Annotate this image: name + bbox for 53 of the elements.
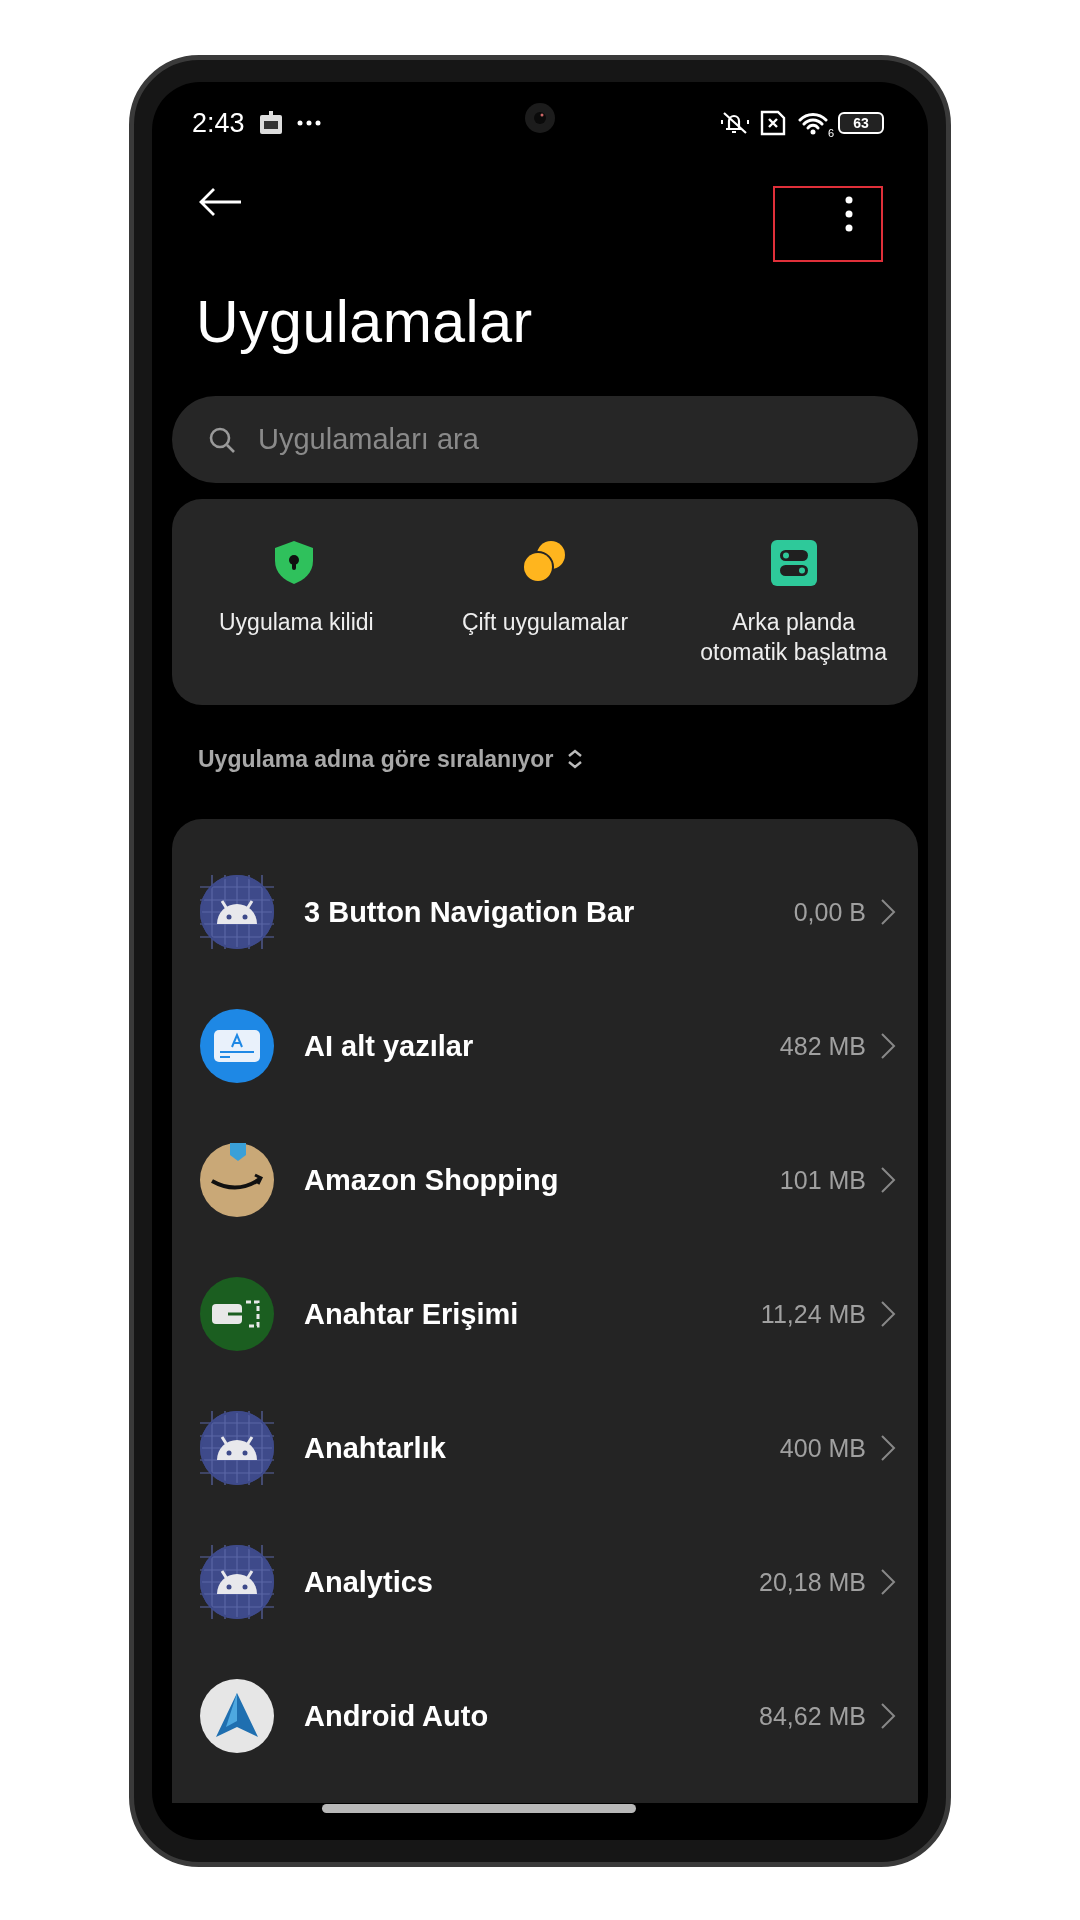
app-name: Anahtar Erişimi <box>304 1297 520 1331</box>
app-list-item[interactable]: Analytics 20,18 MB <box>172 1515 918 1649</box>
app-name: Amazon Shopping <box>304 1163 560 1197</box>
app-size: 101 MB <box>779 1165 866 1195</box>
app-size: 20,18 MB <box>759 1567 866 1597</box>
app-size: 482 MB <box>779 1031 866 1061</box>
chevron-right-icon <box>880 1568 896 1596</box>
more-options-icon <box>845 196 853 232</box>
app-name: 3 Button Navigation Bar <box>304 895 636 929</box>
smile-box-icon <box>200 1143 274 1217</box>
page-title: Uygulamalar <box>196 288 533 356</box>
android-robot-icon <box>200 1411 274 1485</box>
more-options-button[interactable] <box>773 186 883 262</box>
caption-screen-icon <box>200 1009 274 1083</box>
app-name: Android Auto <box>304 1699 490 1733</box>
app-list-item[interactable]: Android Auto 84,62 MB <box>172 1649 918 1783</box>
chevron-right-icon <box>880 1434 896 1462</box>
app-name: AI alt yazılar <box>304 1029 475 1063</box>
search-field[interactable]: Uygulamaları ara <box>172 396 918 483</box>
shortcut-button[interactable]: Çift uygulamalar <box>420 539 670 667</box>
app-list-item[interactable]: Amazon Shopping 101 MB <box>172 1113 918 1247</box>
app-list-item[interactable]: AI alt yazılar 482 MB <box>172 979 918 1113</box>
chevron-right-icon <box>880 1166 896 1194</box>
app-size: 0,00 B <box>793 897 866 927</box>
mute-bell-icon <box>720 109 750 137</box>
chevron-right-icon <box>880 1300 896 1328</box>
back-arrow-icon <box>198 186 244 218</box>
toggle-switches-icon <box>769 539 818 587</box>
app-size: 11,24 MB <box>760 1299 866 1329</box>
notification-icon <box>258 111 283 135</box>
android-robot-icon <box>200 875 274 949</box>
no-sim-icon <box>760 110 788 136</box>
sort-selector[interactable]: Uygulama adına göre sıralanıyor <box>198 745 554 773</box>
shortcut-button[interactable]: Arka planda otomatik başlatma <box>669 539 918 667</box>
app-name: Anahtarlık <box>304 1431 447 1465</box>
sort-arrows-icon <box>567 749 584 769</box>
clock-time: 2:43 <box>192 107 245 139</box>
chevron-right-icon <box>880 1032 896 1060</box>
wifi-icon <box>798 111 828 135</box>
app-size: 84,62 MB <box>759 1701 866 1731</box>
chevron-right-icon <box>880 898 896 926</box>
chevron-right-icon <box>880 1702 896 1730</box>
wifi-label: 6 <box>827 127 834 139</box>
battery-level: 63 <box>838 112 884 134</box>
shortcut-button[interactable]: Uygulama kilidi <box>172 539 421 667</box>
camera-icon <box>524 102 556 134</box>
search-icon <box>208 426 236 454</box>
app-list-item[interactable]: 3 Button Navigation Bar 0,00 B <box>172 845 918 979</box>
app-size: 400 MB <box>779 1433 866 1463</box>
app-list-item[interactable]: Anahtarlık 400 MB <box>172 1381 918 1515</box>
app-name: Analytics <box>304 1565 434 1599</box>
app-list-item[interactable]: Anahtar Erişimi 11,24 MB <box>172 1247 918 1381</box>
android-robot-icon <box>200 1545 274 1619</box>
